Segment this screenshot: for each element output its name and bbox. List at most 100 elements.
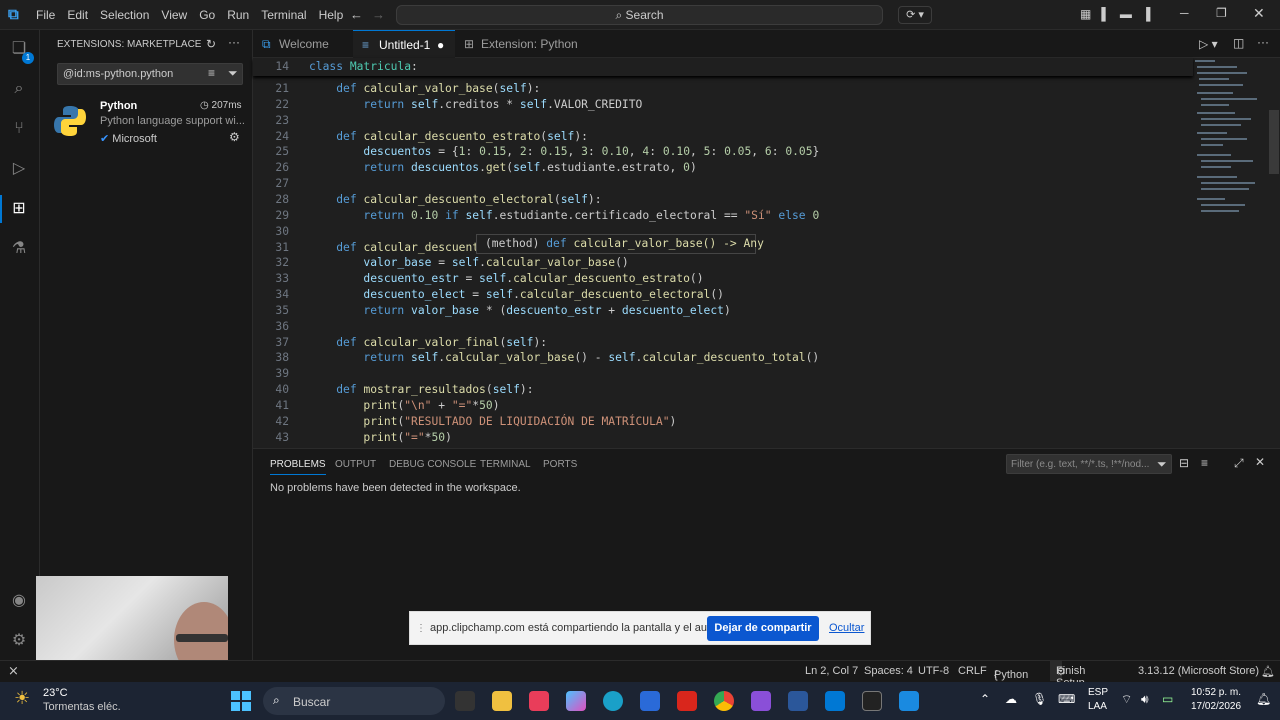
toggle-secondary-sidebar-icon[interactable]: ▐ [1142,7,1161,21]
view-as-list-icon[interactable]: ≡ [1201,456,1208,470]
status-interpreter[interactable]: 3.13.12 (Microsoft Store) [1138,665,1259,677]
menu-file[interactable]: File [30,0,61,30]
tab-untitled[interactable]: ≡ Untitled-1 ● [353,30,455,58]
music-app-icon[interactable] [529,691,549,711]
keyboard-icon[interactable]: ⌨ [1058,692,1075,706]
tab-welcome[interactable]: ⧉ Welcome [253,30,353,58]
taskbar-search[interactable]: ⌕ Buscar [263,687,445,715]
word-icon[interactable] [788,691,808,711]
close-window-button[interactable]: ✕ [1253,5,1265,22]
back-arrow-icon[interactable]: ← [350,7,363,22]
customize-layout-icon[interactable]: ▦ [1080,7,1101,21]
tab-debug-console[interactable]: DEBUG CONSOLE [389,459,476,470]
maximize-panel-icon[interactable]: ⤢ [1234,456,1244,471]
finish-setup-button[interactable]: ⚙ Finish Setup [1050,661,1085,689]
more-actions-icon[interactable]: ··· [228,35,240,49]
volume-icon[interactable]: 🔊︎ [1141,692,1149,707]
search-activity-icon[interactable]: ⌕ [8,78,30,100]
menu-selection[interactable]: Selection [94,0,155,30]
activity-bar: ❏ 1 ⌕ ⑂ ▷ ⊞ ⚗ ◉ ⚙ [0,30,40,660]
extension-gear-icon[interactable]: ⚙ [229,130,240,144]
refresh-icon[interactable]: ↻ [206,37,216,51]
weather-icon[interactable]: ☀ [14,688,30,709]
status-eol[interactable]: CRLF [958,665,987,677]
vscode-logo-icon: ⧉ [8,6,19,23]
hide-link[interactable]: Ocultar [829,622,864,634]
copilot-icon[interactable]: ⟳ ▾ [898,6,932,24]
clear-filter-icon[interactable]: ≡ [208,66,215,80]
microphone-icon[interactable]: 🎙︎ [1032,692,1047,706]
status-indentation[interactable]: Spaces: 4 [864,665,913,677]
menu-help[interactable]: Help [313,0,350,30]
clipchamp-icon[interactable] [751,691,771,711]
tab-terminal[interactable]: TERMINAL [480,459,531,470]
filter-icon[interactable]: ⏷ [228,66,238,81]
chrome-icon[interactable] [714,691,734,711]
tab-extension-python[interactable]: ⊞ Extension: Python [455,30,591,58]
file-explorer-icon[interactable] [492,691,512,711]
weather-desc[interactable]: Tormentas eléc. [43,701,121,713]
problems-filter-input[interactable]: Filter (e.g. text, **/*.ts, !**/nod... ⏷ [1006,454,1172,474]
menu-edit[interactable]: Edit [61,0,94,30]
account-icon[interactable]: ◉ [8,590,30,612]
show-hidden-icons[interactable]: ⌃ [980,692,990,706]
line-number: 22 [275,97,289,111]
collapse-all-icon[interactable]: ⊟ [1179,456,1189,470]
extension-item-python[interactable]: Python ◷ 207ms Python language support w… [40,94,253,150]
store-icon[interactable] [640,691,660,711]
run-debug-icon[interactable]: ▷ [8,158,30,180]
panel-filter-icon[interactable]: ⏷ [1157,457,1167,472]
stop-sharing-button[interactable]: Dejar de compartir [707,616,819,641]
battery-icon[interactable]: ▭ [1162,692,1173,706]
clock-time[interactable]: 10:52 p. m. [1191,687,1241,698]
grip-icon[interactable]: ⋮ [416,623,426,634]
adobe-icon[interactable] [677,691,697,711]
windows-start-icon[interactable] [231,691,251,711]
tab-problems[interactable]: PROBLEMS [270,459,326,475]
task-view-icon[interactable] [455,691,475,711]
status-encoding[interactable]: UTF-8 [918,665,949,677]
language-code[interactable]: ESP [1088,687,1108,698]
notifications-bell-icon[interactable]: 🔔︎ [1261,665,1275,678]
wifi-icon[interactable]: ⌔ [1121,692,1132,707]
tab-output[interactable]: OUTPUT [335,459,376,470]
editor-more-icon[interactable]: ··· [1257,35,1269,49]
maximize-button[interactable]: ❐ [1216,6,1227,20]
close-panel-icon[interactable]: ✕ [1255,455,1265,469]
copilot-app-icon[interactable] [566,691,586,711]
clock-date[interactable]: 17/02/2026 [1191,701,1241,712]
sticky-scroll[interactable]: 14 class Matricula: [253,58,1193,76]
testing-icon[interactable]: ⚗ [8,238,30,260]
minimize-button[interactable]: ─ [1180,6,1189,20]
layout-toggles: ▦▌▬▐ [1080,7,1160,21]
status-cursor-position[interactable]: Ln 2, Col 7 [805,665,858,677]
vscode-taskbar-icon[interactable] [825,691,845,711]
toggle-panel-icon[interactable]: ▬ [1120,7,1142,21]
menu-view[interactable]: View [155,0,193,30]
menu-go[interactable]: Go [193,0,221,30]
taskbar-app-icon[interactable] [899,691,919,711]
command-center-search[interactable]: ⌕ Search [396,5,883,25]
language-layout[interactable]: LAA [1088,701,1107,712]
edge-icon[interactable] [603,691,623,711]
extensions-icon[interactable]: ⊞ [8,198,30,220]
split-editor-icon[interactable]: ◫ [1233,36,1244,50]
minimap[interactable] [1193,58,1265,218]
forward-arrow-icon[interactable]: → [372,7,385,22]
editor-scrollbar[interactable] [1269,110,1279,174]
manage-gear-icon[interactable]: ⚙ [8,630,30,652]
remote-icon[interactable]: ⨯ [8,663,19,679]
tab-ports[interactable]: PORTS [543,459,577,470]
code-editor[interactable]: 21 def calcular_valor_base(self): 22 retu… [253,82,1193,448]
unsaved-dot-icon[interactable]: ● [437,31,444,59]
onedrive-icon[interactable]: ☁ [1005,692,1017,706]
terminal-icon[interactable] [862,691,882,711]
run-file-icon[interactable]: ▷ ▾ [1199,37,1218,51]
menu-terminal[interactable]: Terminal [255,0,312,30]
notification-center-icon[interactable]: 🔔︎ [1256,692,1271,706]
extension-search-input[interactable]: @id:ms-python.python ≡ ⏷ [57,63,243,85]
menu-run[interactable]: Run [221,0,255,30]
toggle-sidebar-icon[interactable]: ▌ [1101,7,1120,21]
weather-temp[interactable]: 23°C [43,687,68,699]
source-control-icon[interactable]: ⑂ [8,118,30,140]
